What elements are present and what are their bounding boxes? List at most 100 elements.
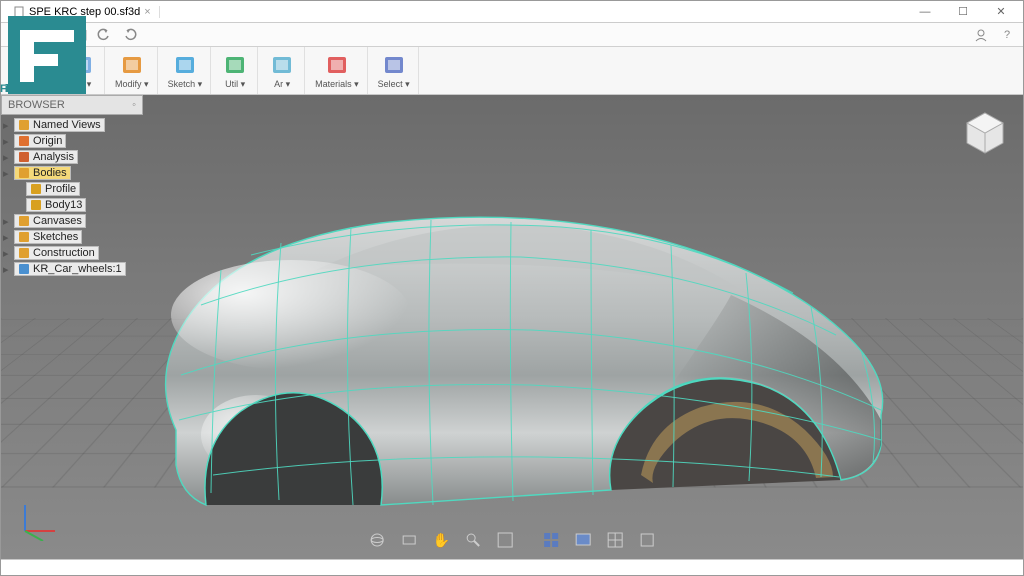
sculpt-icon bbox=[19, 52, 47, 78]
body-icon bbox=[30, 183, 42, 195]
maximize-button[interactable]: ☐ bbox=[945, 1, 981, 23]
tree-label: Profile bbox=[45, 183, 76, 195]
effects-button[interactable] bbox=[636, 529, 658, 551]
re-icon bbox=[68, 52, 96, 78]
orbit-icon bbox=[368, 531, 386, 549]
tree-item-kr-car-wheels-1[interactable]: ▸ KR_Car_wheels:1 bbox=[1, 261, 143, 277]
viewcube[interactable] bbox=[961, 109, 1009, 157]
tree-item-body13[interactable]: Body13 bbox=[1, 197, 143, 213]
grid-button[interactable] bbox=[572, 529, 594, 551]
viewport-3d[interactable]: ✋ · bbox=[1, 95, 1023, 559]
ribbon-sculpt[interactable]: Sculpt ▾ bbox=[9, 47, 58, 94]
help-button[interactable]: ? bbox=[997, 25, 1017, 45]
expand-icon[interactable]: ▸ bbox=[3, 263, 11, 276]
ribbon-label: Ar ▾ bbox=[274, 79, 290, 90]
tree-label: Named Views bbox=[33, 119, 101, 131]
browser-title: BROWSER bbox=[8, 99, 65, 111]
folder-icon bbox=[18, 231, 30, 243]
expand-icon[interactable]: ▸ bbox=[3, 135, 11, 148]
titlebar: SPE KRC step 00.sf3d × — ☐ ✕ bbox=[1, 1, 1023, 23]
materials-icon bbox=[323, 52, 351, 78]
browser-header[interactable]: BROWSER ◦ bbox=[1, 95, 143, 115]
tree-label: Body13 bbox=[45, 199, 82, 211]
ribbon-re[interactable]: Re ▾ bbox=[60, 47, 105, 94]
grid-nav-icon bbox=[574, 531, 592, 549]
folder-icon bbox=[18, 215, 30, 227]
select-icon bbox=[380, 52, 408, 78]
origin-icon bbox=[18, 135, 30, 147]
look-button[interactable] bbox=[398, 529, 420, 551]
tree-label: KR_Car_wheels:1 bbox=[33, 263, 122, 275]
expand-icon[interactable]: ▸ bbox=[3, 215, 11, 228]
tree-label: Analysis bbox=[33, 151, 74, 163]
tree-item-sketches[interactable]: ▸ Sketches bbox=[1, 229, 143, 245]
folder-icon bbox=[18, 119, 30, 131]
ar-icon bbox=[268, 52, 296, 78]
app-menu-button[interactable] bbox=[7, 25, 27, 45]
redo-icon bbox=[123, 28, 137, 42]
comp-icon bbox=[18, 263, 30, 275]
fit-button[interactable] bbox=[494, 529, 516, 551]
document-tab[interactable]: SPE KRC step 00.sf3d × bbox=[5, 6, 160, 18]
body-icon bbox=[30, 199, 42, 211]
tree-item-named-views[interactable]: ▸ Named Views bbox=[1, 117, 143, 133]
tab-title: SPE KRC step 00.sf3d bbox=[29, 6, 140, 18]
ribbon-materials[interactable]: Materials ▾ bbox=[307, 47, 368, 94]
model-car-body[interactable] bbox=[81, 175, 921, 555]
redo-button[interactable] bbox=[120, 25, 140, 45]
close-button[interactable]: ✕ bbox=[983, 1, 1019, 23]
tree-label: Bodies bbox=[33, 167, 67, 179]
ribbon-ar[interactable]: Ar ▾ bbox=[260, 47, 305, 94]
axis-triad bbox=[15, 495, 61, 541]
close-icon: ✕ bbox=[996, 5, 1005, 18]
undo-icon bbox=[97, 28, 111, 42]
analysis-icon bbox=[18, 151, 30, 163]
tree-item-analysis[interactable]: ▸ Analysis bbox=[1, 149, 143, 165]
viewport-area: ✋ · BROWSER ◦ ▸ Named Views ▸ bbox=[1, 95, 1023, 559]
zoom-button[interactable] bbox=[462, 529, 484, 551]
user-icon bbox=[974, 28, 988, 42]
tree-label: Construction bbox=[33, 247, 95, 259]
browser-panel: BROWSER ◦ ▸ Named Views ▸ Origin ▸ Analy… bbox=[1, 95, 143, 279]
modify-icon bbox=[118, 52, 146, 78]
viewports-button[interactable] bbox=[604, 529, 626, 551]
minimize-icon: — bbox=[920, 6, 931, 18]
orbit-button[interactable] bbox=[366, 529, 388, 551]
app-window: SPE KRC step 00.sf3d × — ☐ ✕ | ? Sculpt … bbox=[0, 0, 1024, 576]
ribbon-sketch[interactable]: Sketch ▾ bbox=[160, 47, 212, 94]
tree-item-profile[interactable]: Profile bbox=[1, 181, 143, 197]
ribbon-modify[interactable]: Modify ▾ bbox=[107, 47, 158, 94]
navigation-bar: ✋ · bbox=[358, 525, 666, 555]
expand-icon[interactable]: ▸ bbox=[3, 247, 11, 260]
window-controls: — ☐ ✕ bbox=[907, 1, 1019, 23]
pan-button[interactable]: ✋ bbox=[430, 529, 452, 551]
expand-icon[interactable]: ▸ bbox=[3, 231, 11, 244]
expand-icon[interactable]: ▸ bbox=[3, 167, 11, 180]
ribbon-select[interactable]: Select ▾ bbox=[370, 47, 419, 94]
undo-button[interactable] bbox=[94, 25, 114, 45]
save-icon bbox=[62, 28, 76, 42]
expand-icon[interactable]: ▸ bbox=[3, 119, 11, 132]
collapse-icon[interactable]: ◦ bbox=[132, 99, 136, 111]
display-button[interactable] bbox=[540, 529, 562, 551]
new-file-button[interactable] bbox=[33, 25, 53, 45]
tree-item-construction[interactable]: ▸ Construction bbox=[1, 245, 143, 261]
file-icon bbox=[36, 28, 50, 42]
ribbon-label: Sketch ▾ bbox=[168, 79, 203, 90]
tree-item-origin[interactable]: ▸ Origin bbox=[1, 133, 143, 149]
ribbon-label: Sculpt ▾ bbox=[17, 79, 49, 90]
tree-label: Canvases bbox=[33, 215, 82, 227]
util-icon bbox=[221, 52, 249, 78]
user-button[interactable] bbox=[971, 25, 991, 45]
tree-item-canvases[interactable]: ▸ Canvases bbox=[1, 213, 143, 229]
expand-icon[interactable]: ▸ bbox=[3, 151, 11, 164]
document-icon bbox=[13, 6, 25, 18]
ribbon-label: Modify ▾ bbox=[115, 79, 149, 90]
ribbon-label: Select ▾ bbox=[378, 79, 410, 90]
display-icon bbox=[542, 531, 560, 549]
save-button[interactable] bbox=[59, 25, 79, 45]
tree-item-bodies[interactable]: ▸ Bodies bbox=[1, 165, 143, 181]
minimize-button[interactable]: — bbox=[907, 1, 943, 23]
ribbon-util[interactable]: Util ▾ bbox=[213, 47, 258, 94]
tab-close-icon[interactable]: × bbox=[144, 6, 150, 18]
